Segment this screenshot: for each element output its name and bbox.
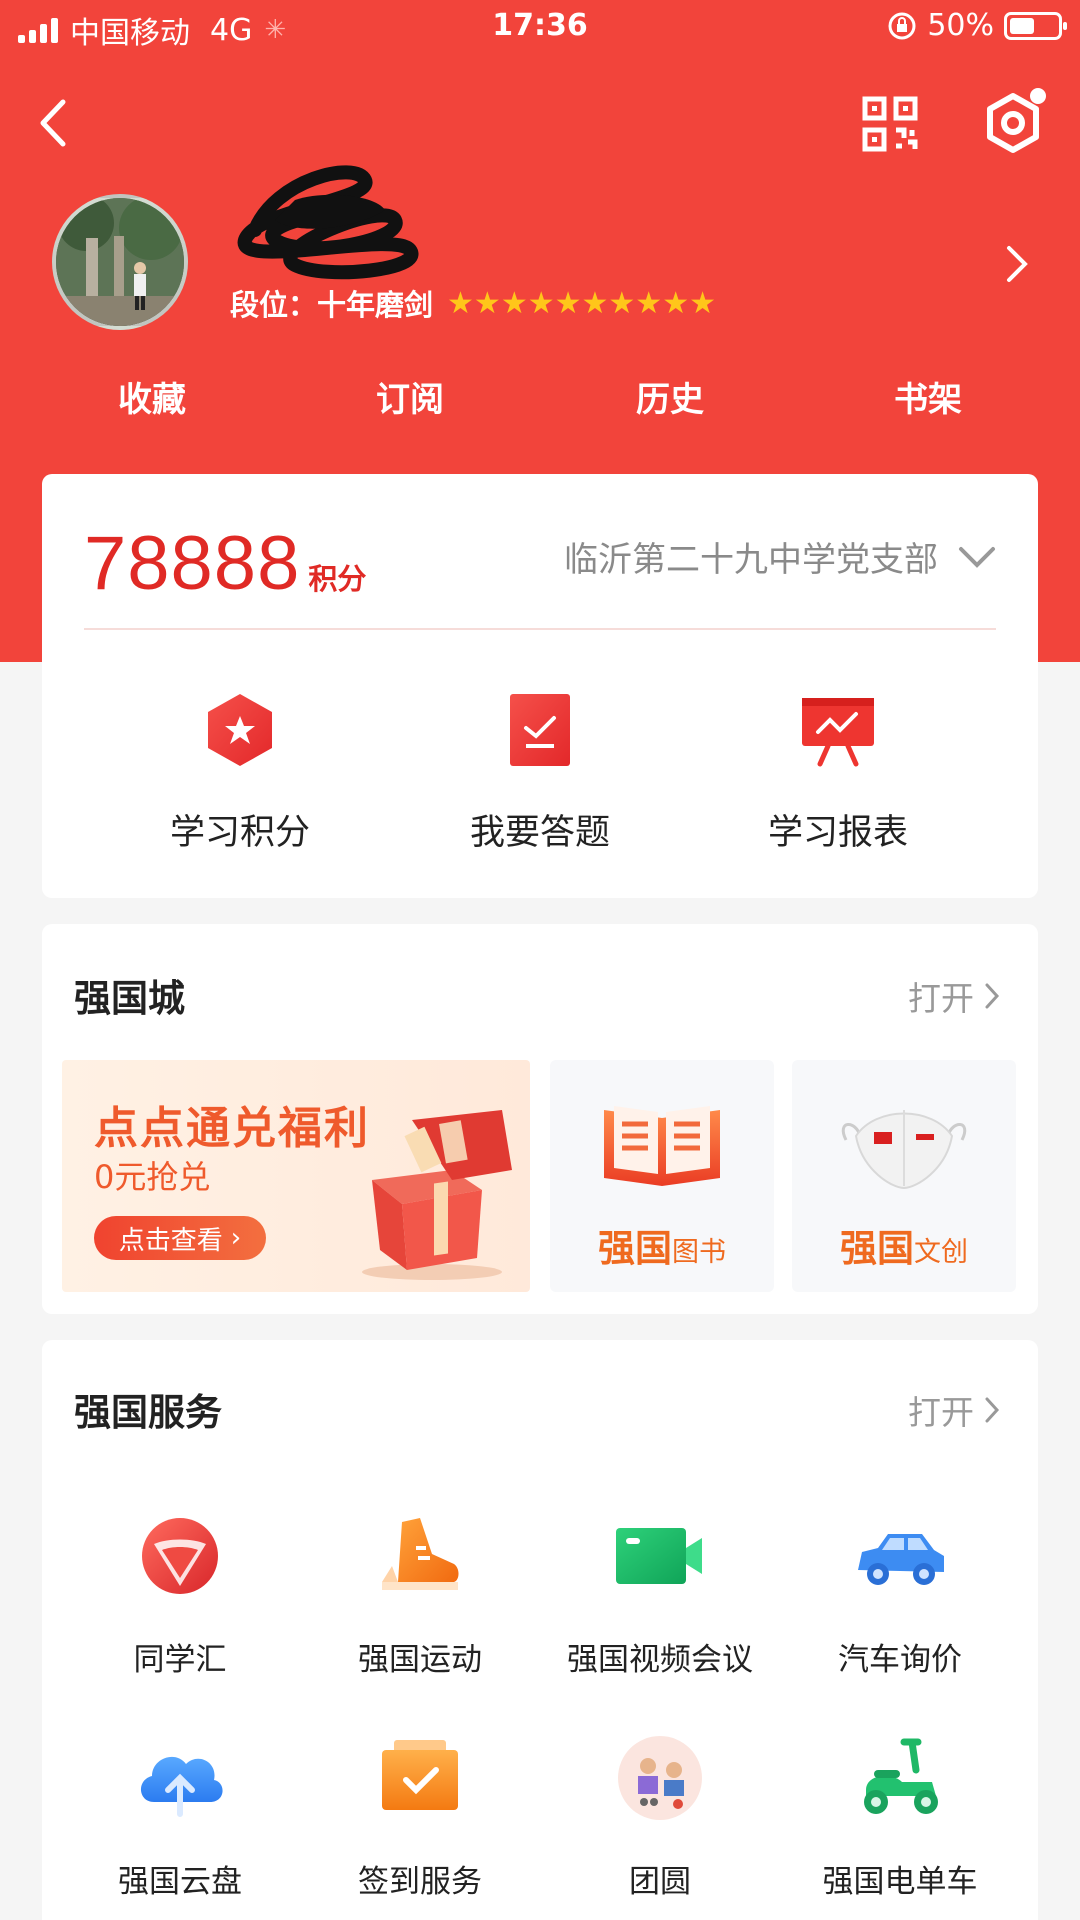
points-display[interactable]: 78888 积分 xyxy=(84,520,366,607)
chevron-right-icon xyxy=(985,1397,1000,1423)
promo-view-button[interactable]: 点击查看 › xyxy=(94,1216,266,1260)
face-mask-icon xyxy=(841,1110,967,1190)
tab-history[interactable]: 历史 xyxy=(600,372,740,421)
profile-detail-button[interactable] xyxy=(1000,242,1034,286)
tab-favorites[interactable]: 收藏 xyxy=(82,372,222,421)
report-board-icon xyxy=(802,698,874,767)
service-sport[interactable]: 强国运动 xyxy=(300,1508,540,1679)
settings-button[interactable] xyxy=(978,88,1048,158)
points-value: 78888 xyxy=(84,521,301,606)
chevron-down-icon xyxy=(959,546,995,568)
feature-study-report[interactable]: 学习报表 xyxy=(718,690,958,855)
scooter-icon xyxy=(864,1738,938,1814)
rank-stars: ★★★★★★★★★★ xyxy=(447,285,716,321)
rank-name: 十年磨剑 xyxy=(317,288,434,322)
rotation-lock-icon xyxy=(888,12,916,39)
service-video-meeting[interactable]: 强国视频会议 xyxy=(540,1508,780,1679)
mall-card: 强国城 打开 点点通兑福利 0元抢兑 点击查看 › 强国图书 强国文创 xyxy=(42,924,1038,1314)
services-card: 强国服务 打开 同学汇 强国运动 强国视频会议 汽车询价 强国云盘 签到服务 团… xyxy=(42,1340,1038,1920)
creative-tile[interactable]: 强国文创 xyxy=(792,1060,1016,1292)
battery-icon xyxy=(1004,11,1067,40)
feature-answer-quiz[interactable]: 我要答题 xyxy=(420,690,660,855)
qr-code-icon xyxy=(862,96,918,152)
creative-brand: 强国 xyxy=(840,1227,914,1270)
service-label: 汽车询价 xyxy=(838,1642,962,1678)
service-reunion[interactable]: 团圆 xyxy=(540,1730,780,1901)
feature-study-points[interactable]: 学习积分 xyxy=(120,690,360,855)
promo-title: 点点通兑福利 xyxy=(94,1103,370,1154)
tab-subscriptions[interactable]: 订阅 xyxy=(340,372,480,421)
service-label: 强国运动 xyxy=(358,1642,482,1678)
creative-label: 强国文创 xyxy=(792,1218,1016,1272)
classmates-icon xyxy=(142,1518,218,1594)
cloud-upload-icon xyxy=(140,1756,223,1817)
points-unit: 积分 xyxy=(308,562,367,596)
promo-button-label: 点击查看 xyxy=(118,1225,223,1256)
books-brand: 强国 xyxy=(598,1227,672,1270)
rank-info: 段位： 十年磨剑 ★★★★★★★★★★ xyxy=(230,282,716,324)
video-camera-icon xyxy=(616,1528,702,1584)
mall-title: 强国城 xyxy=(74,976,185,1020)
open-label: 打开 xyxy=(908,1393,974,1432)
settings-hexagon-icon xyxy=(987,88,1046,153)
avatar[interactable] xyxy=(52,194,188,330)
service-cloud-drive[interactable]: 强国云盘 xyxy=(60,1730,300,1901)
service-label: 签到服务 xyxy=(358,1864,482,1900)
service-ebike[interactable]: 强国电单车 xyxy=(780,1730,1020,1901)
open-label: 打开 xyxy=(908,979,974,1018)
checkin-icon xyxy=(382,1740,458,1810)
feature-label: 我要答题 xyxy=(469,813,610,853)
points-card: 78888 积分 临沂第二十九中学党支部 学习积分 我要答题 学习报表 xyxy=(42,474,1038,898)
chevron-right-icon xyxy=(1007,246,1028,282)
books-label: 强国图书 xyxy=(550,1218,774,1272)
feature-label: 学习报表 xyxy=(767,813,908,853)
feature-label: 学习积分 xyxy=(169,813,310,853)
services-open-link[interactable]: 打开 xyxy=(908,1386,1000,1434)
chevron-right-icon xyxy=(985,983,1000,1009)
redacted-name-scribble xyxy=(237,165,419,280)
profile-tabs: 收藏 订阅 历史 书架 xyxy=(0,372,1080,432)
service-classmates[interactable]: 同学汇 xyxy=(60,1508,300,1679)
sport-shoe-icon xyxy=(382,1518,459,1590)
org-selector[interactable]: 临沂第二十九中学党支部 xyxy=(564,532,996,581)
reunion-icon xyxy=(618,1736,702,1820)
gift-box-icon xyxy=(362,1110,512,1280)
service-label: 强国视频会议 xyxy=(567,1642,753,1678)
quiz-check-icon xyxy=(510,694,570,766)
service-label: 团圆 xyxy=(629,1864,691,1900)
chevron-left-icon xyxy=(40,99,66,147)
back-button[interactable] xyxy=(28,95,76,151)
promo-banner[interactable]: 点点通兑福利 0元抢兑 点击查看 › xyxy=(62,1060,530,1292)
chevron-right-icon: › xyxy=(230,1223,242,1253)
service-label: 同学汇 xyxy=(133,1642,227,1678)
mall-open-link[interactable]: 打开 xyxy=(908,972,1000,1020)
books-category: 图书 xyxy=(672,1237,726,1268)
qr-code-button[interactable] xyxy=(860,94,920,154)
status-bar: 中国移动 4G ✳ 17:36 50% xyxy=(0,0,1080,56)
rank-label: 段位： xyxy=(230,288,318,322)
services-title: 强国服务 xyxy=(74,1390,222,1434)
points-hexagon-icon xyxy=(208,694,272,766)
open-book-icon xyxy=(604,1106,720,1186)
avatar-photo xyxy=(56,198,184,326)
promo-subtitle: 0元抢兑 xyxy=(94,1158,211,1196)
tab-bookshelf[interactable]: 书架 xyxy=(858,372,998,421)
books-tile[interactable]: 强国图书 xyxy=(550,1060,774,1292)
divider xyxy=(84,628,996,630)
org-name: 临沂第二十九中学党支部 xyxy=(564,540,938,580)
service-label: 强国云盘 xyxy=(118,1864,242,1900)
service-label: 强国电单车 xyxy=(822,1864,978,1900)
service-car-quote[interactable]: 汽车询价 xyxy=(780,1508,1020,1679)
service-checkin[interactable]: 签到服务 xyxy=(300,1730,540,1901)
creative-category: 文创 xyxy=(914,1237,968,1268)
battery-percent: 50% xyxy=(927,8,994,43)
car-icon xyxy=(858,1534,944,1585)
